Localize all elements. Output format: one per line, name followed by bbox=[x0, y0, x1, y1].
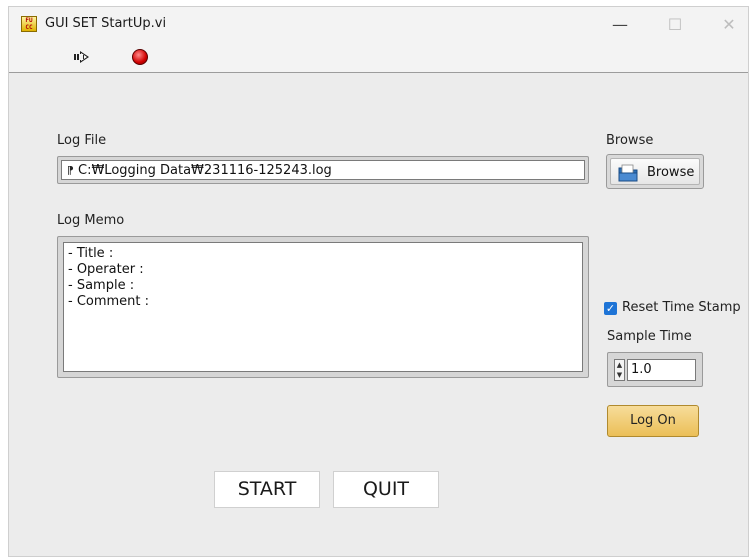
run-arrow-icon[interactable] bbox=[73, 48, 93, 66]
log-memo-textarea[interactable]: - Title : - Operater : - Sample : - Comm… bbox=[63, 242, 583, 372]
memo-line-operater: - Operater : bbox=[68, 262, 144, 277]
reset-time-stamp-label: Reset Time Stamp bbox=[622, 300, 741, 315]
browse-button[interactable]: Browse bbox=[606, 154, 704, 189]
sample-time-label: Sample Time bbox=[607, 329, 692, 344]
log-file-path-control[interactable]: ⁋ C:₩Logging Data₩231116-125243.log bbox=[57, 156, 589, 184]
log-file-path-field[interactable]: ⁋ C:₩Logging Data₩231116-125243.log bbox=[61, 160, 585, 180]
window-title: GUI SET StartUp.vi bbox=[45, 16, 167, 31]
folder-icon bbox=[618, 164, 638, 182]
decrement-arrow-icon[interactable]: ▼ bbox=[615, 370, 624, 380]
application-window: FU CC GUI SET StartUp.vi — ☐ ✕ Log File ⁋… bbox=[8, 6, 749, 557]
maximize-button[interactable]: ☐ bbox=[652, 11, 698, 39]
minimize-button[interactable]: — bbox=[597, 11, 643, 39]
log-on-button[interactable]: Log On bbox=[607, 405, 699, 437]
path-type-icon: ⁋ bbox=[67, 164, 74, 177]
title-bar[interactable]: FU CC GUI SET StartUp.vi — ☐ ✕ bbox=[9, 7, 748, 42]
sample-time-value[interactable]: 1.0 bbox=[627, 359, 696, 381]
start-button[interactable]: START bbox=[214, 471, 320, 508]
log-memo-control[interactable]: - Title : - Operater : - Sample : - Comm… bbox=[57, 236, 589, 378]
browse-button-label: Browse bbox=[647, 165, 695, 180]
numeric-stepper[interactable]: ▲ ▼ bbox=[614, 359, 625, 381]
memo-line-sample: - Sample : bbox=[68, 278, 135, 293]
sample-time-numeric[interactable]: ▲ ▼ 1.0 bbox=[607, 352, 703, 387]
reset-time-stamp-checkbox[interactable]: ✓ bbox=[604, 302, 617, 315]
close-button[interactable]: ✕ bbox=[706, 11, 749, 39]
memo-line-comment: - Comment : bbox=[68, 294, 150, 309]
log-file-label: Log File bbox=[57, 133, 107, 148]
front-panel: Log File ⁋ C:₩Logging Data₩231116-125243… bbox=[9, 73, 748, 556]
log-memo-label: Log Memo bbox=[57, 213, 125, 228]
quit-button[interactable]: QUIT bbox=[333, 471, 439, 508]
browse-caption: Browse bbox=[606, 133, 654, 148]
memo-line-title: - Title : bbox=[68, 246, 114, 261]
toolbar bbox=[9, 42, 748, 73]
browse-button-face[interactable]: Browse bbox=[610, 158, 700, 185]
log-file-path-value[interactable]: C:₩Logging Data₩231116-125243.log bbox=[78, 163, 332, 178]
labview-app-icon: FU CC bbox=[21, 16, 37, 32]
increment-arrow-icon[interactable]: ▲ bbox=[615, 360, 624, 370]
abort-stop-icon[interactable] bbox=[132, 49, 148, 65]
